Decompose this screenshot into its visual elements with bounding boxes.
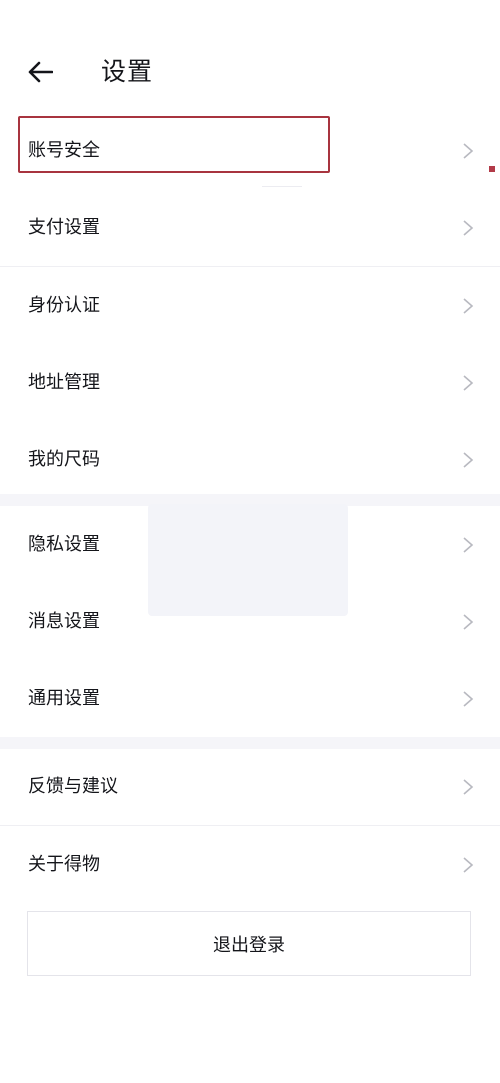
row-account-security[interactable]: 账号安全 <box>0 112 500 189</box>
row-label: 身份认证 <box>28 294 100 316</box>
row-label: 消息设置 <box>28 610 100 632</box>
row-label: 关于得物 <box>28 853 100 875</box>
logout-button[interactable]: 退出登录 <box>27 911 471 976</box>
row-address-management[interactable]: 地址管理 <box>0 344 500 421</box>
arrow-left-icon <box>28 61 53 83</box>
chevron-right-icon <box>463 142 474 159</box>
chevron-right-icon <box>463 219 474 236</box>
row-label: 反馈与建议 <box>28 775 118 797</box>
marker-dot <box>489 166 495 172</box>
chevron-right-icon <box>463 451 474 468</box>
settings-group-account: 账号安全 支付设置 身份认证 地址管理 我的尺码 <box>0 112 500 498</box>
faded-overlay-panel <box>148 504 348 616</box>
row-label: 隐私设置 <box>28 533 100 555</box>
row-payment-settings[interactable]: 支付设置 <box>0 189 500 266</box>
chevron-right-icon <box>463 297 474 314</box>
chevron-right-icon <box>463 613 474 630</box>
top-bar: 设置 <box>0 0 500 112</box>
row-identity-verification[interactable]: 身份认证 <box>0 267 500 344</box>
row-feedback[interactable]: 反馈与建议 <box>0 748 500 825</box>
row-label: 地址管理 <box>28 371 100 393</box>
page-title: 设置 <box>101 57 154 86</box>
chevron-right-icon <box>463 690 474 707</box>
row-label: 支付设置 <box>28 216 100 238</box>
chevron-right-icon <box>463 778 474 795</box>
row-label: 我的尺码 <box>28 448 100 470</box>
chevron-right-icon <box>463 856 474 873</box>
row-label: 账号安全 <box>28 139 100 161</box>
faint-underline <box>262 186 302 187</box>
chevron-right-icon <box>463 536 474 553</box>
back-button[interactable] <box>20 52 60 92</box>
row-my-size[interactable]: 我的尺码 <box>0 421 500 498</box>
row-about[interactable]: 关于得物 <box>0 826 500 903</box>
chevron-right-icon <box>463 374 474 391</box>
row-general-settings[interactable]: 通用设置 <box>0 660 500 737</box>
row-label: 通用设置 <box>28 687 100 709</box>
settings-group-about: 反馈与建议 关于得物 <box>0 748 500 903</box>
